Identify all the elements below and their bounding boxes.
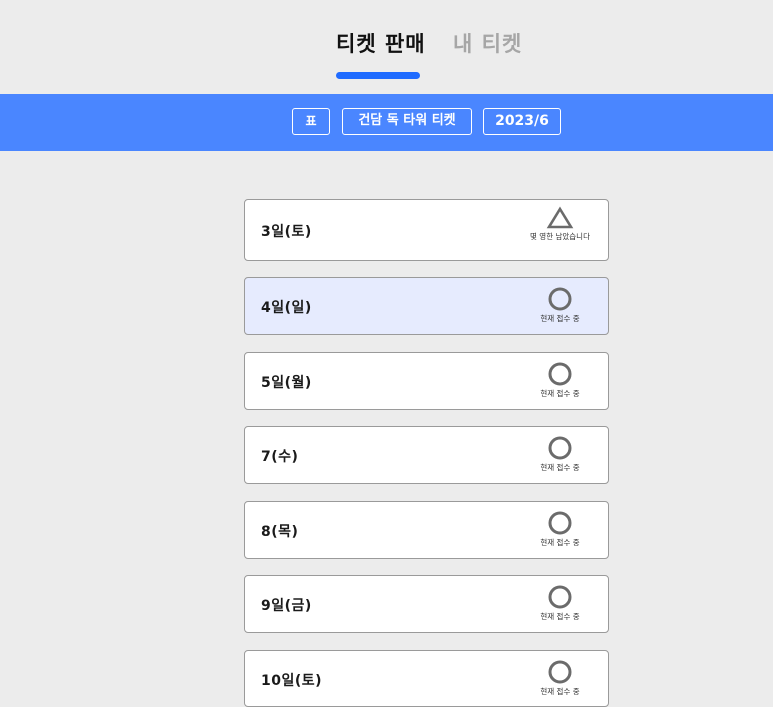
circle-icon: [548, 436, 572, 460]
status-text: 현재 접수 중: [540, 612, 580, 621]
ticket-type-chip[interactable]: 표: [292, 108, 330, 135]
date-label: 9일(금): [261, 598, 312, 614]
availability-status: 현재 접수 중: [524, 435, 596, 473]
date-label: 4일(일): [261, 300, 312, 316]
date-card[interactable]: 9일(금) 현재 접수 중: [244, 575, 609, 633]
top-tab-bar: 티켓 판매 내 티켓: [0, 0, 773, 94]
status-text: 현재 접수 중: [540, 389, 580, 398]
event-name-chip[interactable]: 건담 독 타워 티켓: [342, 108, 472, 135]
availability-status: 현재 접수 중: [524, 510, 596, 548]
date-card[interactable]: 3일(토) 몇 영한 남았습니다: [244, 199, 609, 261]
availability-status: 현재 접수 중: [524, 659, 596, 697]
status-text: 몇 영한 남았습니다: [530, 232, 590, 241]
filter-bar: 표 건담 독 타워 티켓 2023/6: [0, 94, 773, 151]
triangle-icon: [546, 206, 574, 229]
availability-status: 몇 영한 남았습니다: [524, 206, 596, 242]
date-label: 3일(토): [261, 224, 312, 240]
date-label: 10일(토): [261, 673, 323, 689]
date-card[interactable]: 10일(토) 현재 접수 중: [244, 650, 609, 707]
active-tab-indicator: [336, 72, 420, 79]
date-card[interactable]: 5일(월) 현재 접수 중: [244, 352, 609, 410]
status-text: 현재 접수 중: [540, 463, 580, 472]
date-label: 7(수): [261, 449, 299, 465]
tab-ticket-sales[interactable]: 티켓 판매: [336, 28, 426, 58]
status-text: 현재 접수 중: [540, 314, 580, 323]
month-chip[interactable]: 2023/6: [483, 108, 561, 135]
availability-status: 현재 접수 중: [524, 361, 596, 399]
availability-status: 현재 접수 중: [524, 584, 596, 622]
date-label: 5일(월): [261, 375, 312, 391]
date-card[interactable]: 4일(일) 현재 접수 중: [244, 277, 609, 335]
date-card[interactable]: 8(목) 현재 접수 중: [244, 501, 609, 559]
date-label: 8(목): [261, 524, 299, 540]
availability-status: 현재 접수 중: [524, 286, 596, 324]
status-text: 현재 접수 중: [540, 538, 580, 547]
status-text: 현재 접수 중: [540, 687, 580, 696]
circle-icon: [548, 660, 572, 684]
circle-icon: [548, 585, 572, 609]
date-card[interactable]: 7(수) 현재 접수 중: [244, 426, 609, 484]
circle-icon: [548, 287, 572, 311]
circle-icon: [548, 362, 572, 386]
circle-icon: [548, 511, 572, 535]
tab-my-tickets[interactable]: 내 티켓: [453, 28, 522, 58]
